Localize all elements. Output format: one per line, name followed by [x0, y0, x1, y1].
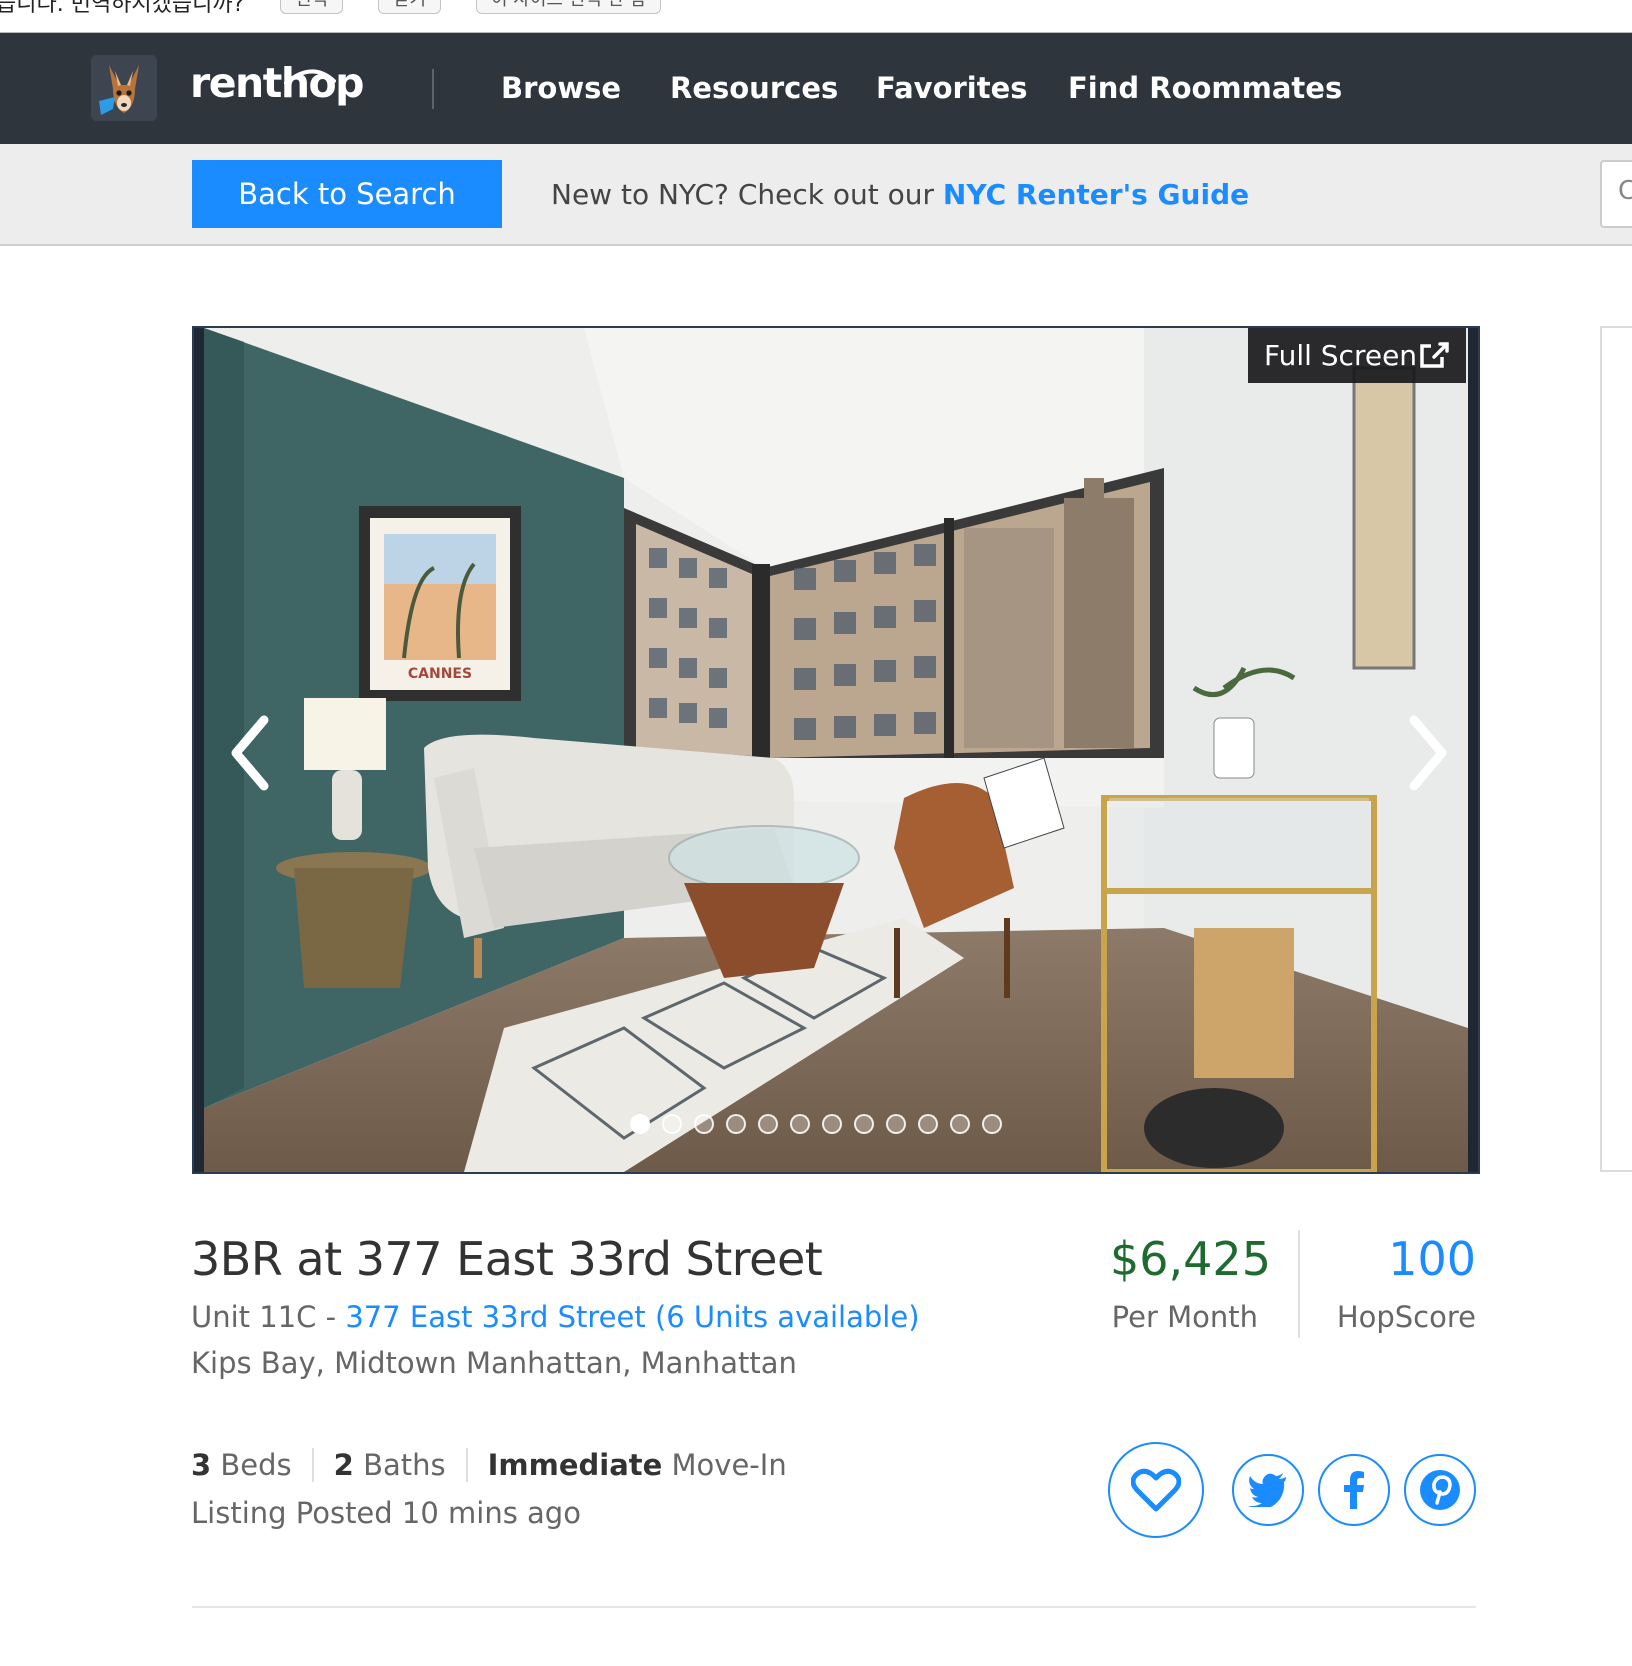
- stat-divider: [1298, 1230, 1300, 1338]
- pinterest-icon: [1420, 1470, 1460, 1510]
- search-input[interactable]: C: [1600, 160, 1632, 228]
- gallery-dot[interactable]: [982, 1114, 1002, 1134]
- unit-number: Unit 11C -: [191, 1300, 346, 1334]
- gallery-dot[interactable]: [918, 1114, 938, 1134]
- share-pinterest-button[interactable]: [1404, 1454, 1476, 1526]
- full-screen-button[interactable]: Full Screen: [1248, 328, 1466, 383]
- translate-bar: 습니다. 번역하시겠습니까? 번역 닫기 이 사이트 번역 안 함: [0, 0, 1632, 34]
- gallery-dot[interactable]: [694, 1114, 714, 1134]
- gallery-dot[interactable]: [822, 1114, 842, 1134]
- posted-time: Listing Posted 10 mins ago: [191, 1496, 581, 1530]
- gallery-dot[interactable]: [790, 1114, 810, 1134]
- external-link-icon: [1420, 342, 1449, 368]
- gallery-dot[interactable]: [662, 1114, 682, 1134]
- nav-browse[interactable]: Browse: [501, 71, 621, 105]
- favorite-button[interactable]: [1108, 1442, 1204, 1538]
- hopscore-label: HopScore: [1336, 1300, 1476, 1334]
- gallery-dot[interactable]: [758, 1114, 778, 1134]
- move-in-fact: Immediate Move-In: [465, 1448, 807, 1482]
- guide-prefix: New to NYC? Check out our: [551, 178, 943, 211]
- nav-find-roommates[interactable]: Find Roommates: [1068, 71, 1342, 105]
- back-to-search-button[interactable]: Back to Search: [192, 160, 502, 228]
- translate-message: 습니다. 번역하시겠습니까?: [0, 0, 245, 17]
- share-twitter-button[interactable]: [1232, 1454, 1304, 1526]
- listing-facts: 3 Beds 2 Baths Immediate Move-In: [191, 1448, 807, 1482]
- section-divider: [192, 1606, 1476, 1608]
- listing-title: 3BR at 377 East 33rd Street: [191, 1232, 823, 1286]
- neighborhood: Kips Bay, Midtown Manhattan, Manhattan: [191, 1346, 797, 1380]
- photo-pagination: [630, 1114, 1002, 1138]
- photo-gallery[interactable]: CANNES Full Screen: [192, 326, 1480, 1174]
- share-facebook-button[interactable]: [1318, 1454, 1390, 1526]
- kangaroo-logo-icon[interactable]: [91, 55, 157, 121]
- twitter-icon: [1248, 1473, 1286, 1507]
- heart-icon: [1131, 1468, 1181, 1512]
- living-room-photo: CANNES: [204, 328, 1468, 1172]
- translate-button[interactable]: 번역: [280, 0, 344, 14]
- unit-line: Unit 11C - 377 East 33rd Street (6 Units…: [191, 1300, 920, 1334]
- next-photo-arrow-icon[interactable]: [1392, 708, 1462, 798]
- top-nav: renthop Browse Resources Favorites Find …: [0, 33, 1632, 144]
- nyc-renters-guide-link[interactable]: NYC Renter's Guide: [943, 178, 1249, 211]
- brand-arc-icon: [284, 69, 336, 85]
- nav-favorites[interactable]: Favorites: [876, 71, 1028, 105]
- nav-resources[interactable]: Resources: [670, 71, 838, 105]
- gallery-dot[interactable]: [950, 1114, 970, 1134]
- baths-fact: 2 Baths: [311, 1448, 466, 1482]
- building-link[interactable]: 377 East 33rd Street (6 Units available): [345, 1300, 919, 1334]
- right-sidebar-card: [1600, 326, 1632, 1172]
- translate-close-button[interactable]: 닫기: [378, 0, 442, 14]
- never-translate-button[interactable]: 이 사이트 번역 안 함: [476, 0, 662, 14]
- search-input-partial-text: C: [1618, 176, 1632, 206]
- gallery-dot[interactable]: [630, 1114, 650, 1134]
- facebook-icon: [1344, 1471, 1364, 1509]
- full-screen-label: Full Screen: [1264, 339, 1418, 372]
- previous-photo-arrow-icon[interactable]: [218, 708, 288, 798]
- monthly-price: $6,425: [1110, 1232, 1271, 1286]
- poster-text: CANNES: [408, 666, 472, 682]
- sub-bar: Back to Search New to NYC? Check out our…: [0, 144, 1632, 246]
- hopscore-value[interactable]: 100: [1320, 1232, 1476, 1286]
- gallery-dot[interactable]: [886, 1114, 906, 1134]
- renter-guide-promo: New to NYC? Check out our NYC Renter's G…: [551, 178, 1249, 211]
- nav-divider: [432, 69, 434, 109]
- gallery-dot[interactable]: [726, 1114, 746, 1134]
- price-label: Per Month: [1111, 1300, 1258, 1334]
- beds-fact: 3 Beds: [191, 1448, 292, 1482]
- gallery-dot[interactable]: [854, 1114, 874, 1134]
